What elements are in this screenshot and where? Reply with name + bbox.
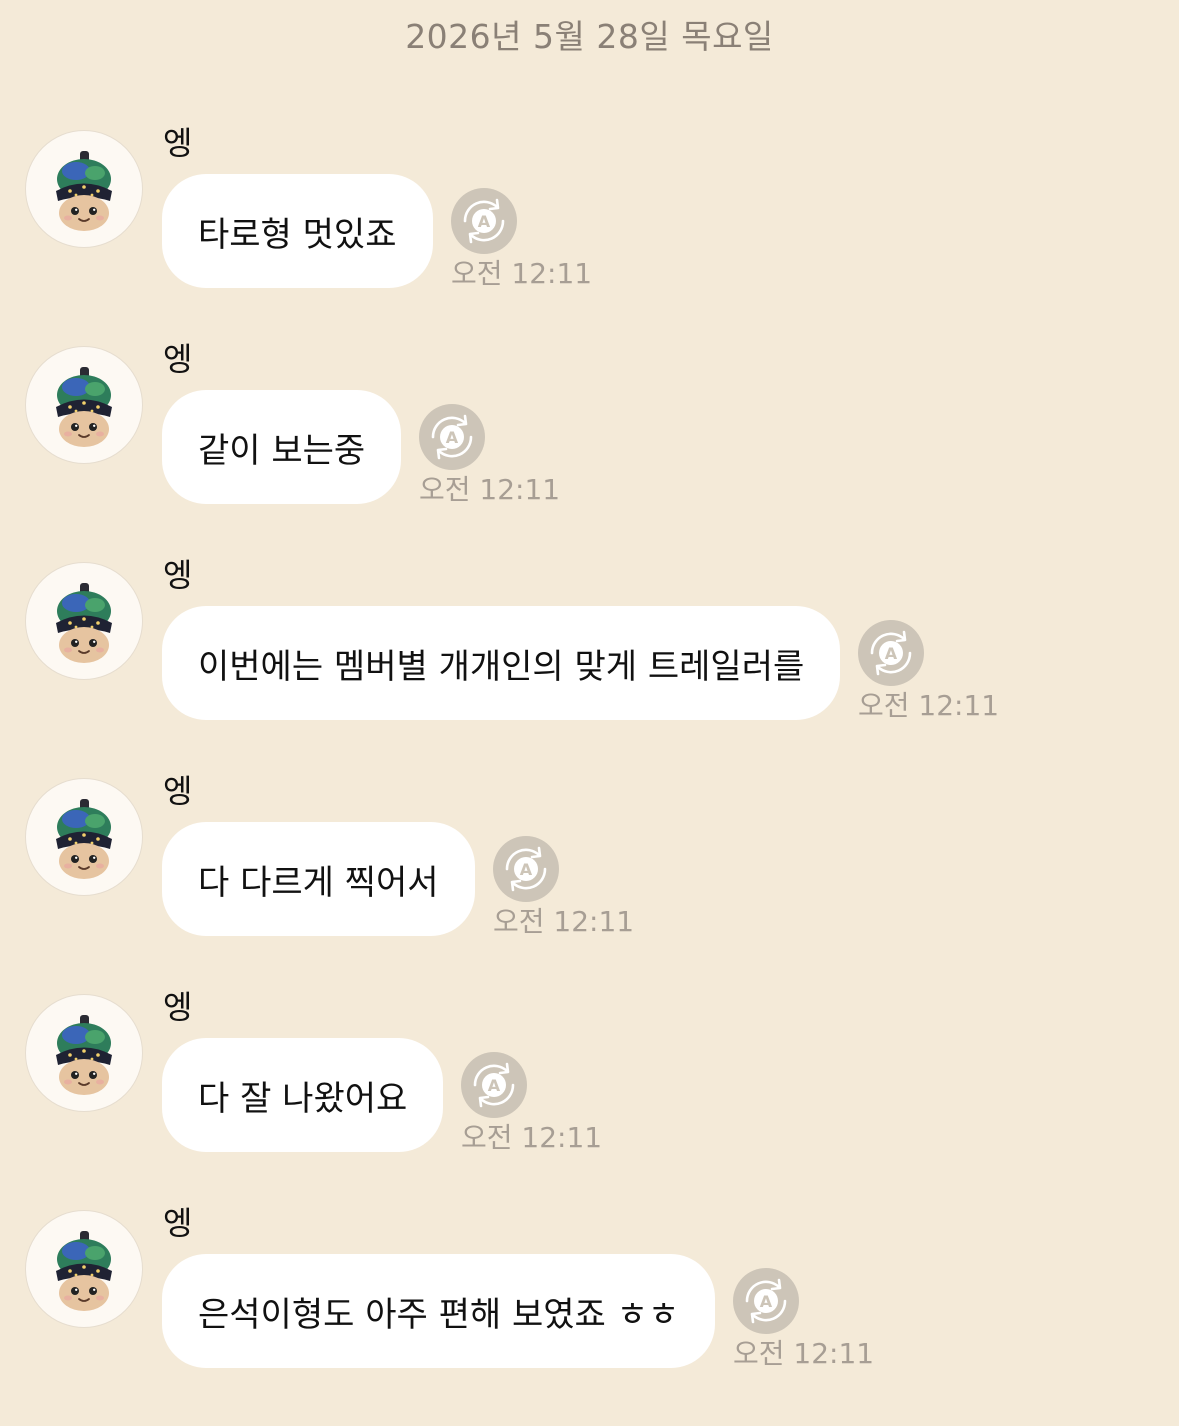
- message-bubble[interactable]: 다 잘 나왔어요: [162, 1038, 444, 1152]
- plush-doll-avatar-icon[interactable]: [25, 346, 143, 464]
- plush-doll-avatar-icon[interactable]: [25, 130, 143, 248]
- svg-text:A: A: [488, 1076, 501, 1095]
- translate-icon[interactable]: A: [858, 620, 924, 686]
- message-bubble[interactable]: 타로형 멋있죠: [162, 174, 433, 288]
- chat-message: 엥 다 다르게 찍어서 A 오전 12:11: [0, 772, 1179, 994]
- sender-name: 엥: [163, 340, 193, 378]
- message-meta: A 오전 12:11: [493, 836, 663, 938]
- translate-icon[interactable]: A: [419, 404, 485, 470]
- sender-name: 엥: [163, 772, 193, 810]
- chat-message: 엥 타로형 멋있죠 A 오전 12:11: [0, 124, 1179, 346]
- message-time: 오전 12:11: [733, 1337, 875, 1370]
- date-header: 2026년 5월 28일 목요일: [405, 17, 774, 56]
- message-bubble[interactable]: 다 다르게 찍어서: [162, 822, 475, 936]
- translate-icon[interactable]: A: [451, 188, 517, 254]
- message-meta: A 오전 12:11: [451, 188, 621, 290]
- svg-text:A: A: [446, 428, 459, 447]
- chat-message: 엥 다 잘 나왔어요 A 오전 12:11: [0, 988, 1179, 1210]
- message-meta: A 오전 12:11: [858, 620, 1028, 722]
- chat-message: 엥 이번에는 멤버별 개개인의 맞게 트레일러를 A 오전 12:11: [0, 556, 1179, 778]
- plush-doll-avatar-icon[interactable]: [25, 562, 143, 680]
- plush-doll-avatar-icon[interactable]: [25, 778, 143, 896]
- translate-icon[interactable]: A: [733, 1268, 799, 1334]
- message-time: 오전 12:11: [493, 905, 635, 938]
- svg-text:A: A: [520, 860, 533, 879]
- message-meta: A 오전 12:11: [733, 1268, 903, 1370]
- translate-icon[interactable]: A: [461, 1052, 527, 1118]
- svg-text:A: A: [478, 212, 491, 231]
- translate-icon[interactable]: A: [493, 836, 559, 902]
- message-time: 오전 12:11: [419, 473, 561, 506]
- sender-name: 엥: [163, 556, 193, 594]
- svg-text:A: A: [885, 644, 898, 663]
- message-time: 오전 12:11: [451, 257, 593, 290]
- svg-text:A: A: [760, 1292, 773, 1311]
- plush-doll-avatar-icon[interactable]: [25, 1210, 143, 1328]
- message-meta: A 오전 12:11: [461, 1052, 631, 1154]
- plush-doll-avatar-icon[interactable]: [25, 994, 143, 1112]
- message-time: 오전 12:11: [858, 689, 1000, 722]
- sender-name: 엥: [163, 1204, 193, 1242]
- sender-name: 엥: [163, 988, 193, 1026]
- message-bubble[interactable]: 이번에는 멤버별 개개인의 맞게 트레일러를: [162, 606, 841, 720]
- message-time: 오전 12:11: [461, 1121, 603, 1154]
- sender-name: 엥: [163, 124, 193, 162]
- message-bubble[interactable]: 같이 보는중: [162, 390, 402, 504]
- chat-message: 엥 은석이형도 아주 편해 보였죠 ㅎㅎ A 오전 12:11: [0, 1204, 1179, 1426]
- message-bubble[interactable]: 은석이형도 아주 편해 보였죠 ㅎㅎ: [162, 1254, 716, 1368]
- chat-message: 엥 같이 보는중 A 오전 12:11: [0, 340, 1179, 562]
- message-meta: A 오전 12:11: [419, 404, 589, 506]
